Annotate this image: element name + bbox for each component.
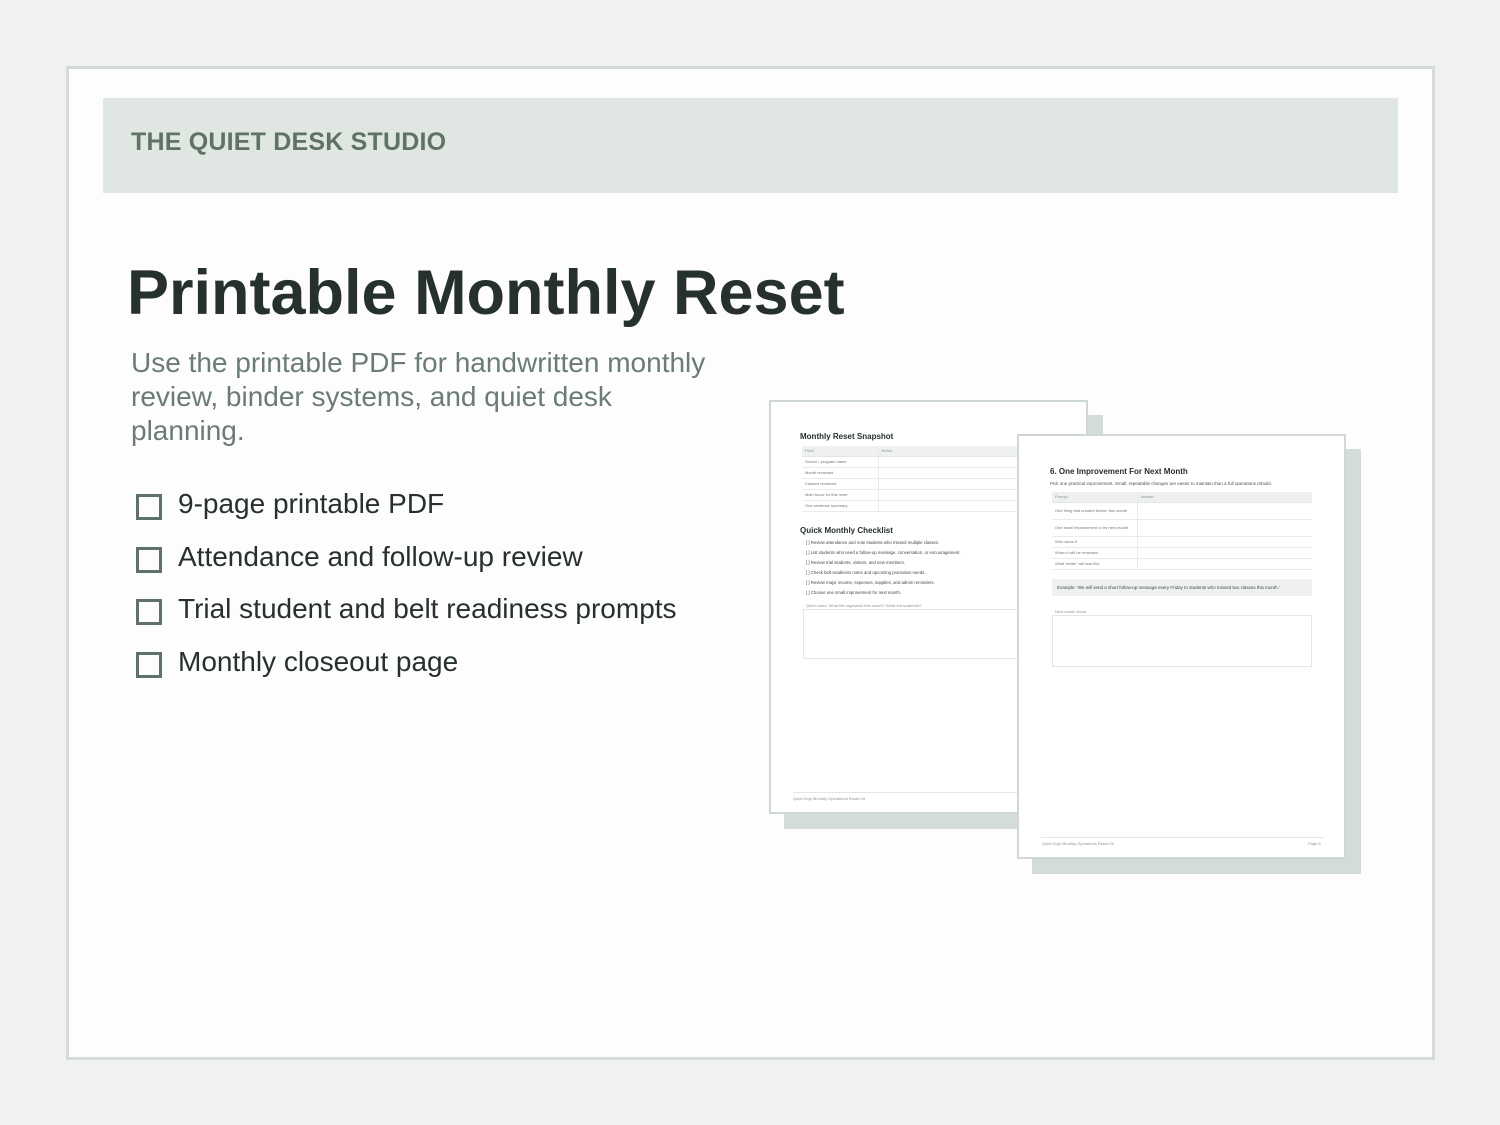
- list-item: [ ] Choose one small improvement for nex…: [806, 590, 902, 595]
- focus-label: Next month focus: [1055, 609, 1087, 614]
- notes-box: [803, 609, 1043, 659]
- row-label: Classes reviewed: [802, 478, 878, 490]
- feature-label: Monthly closeout page: [178, 645, 459, 677]
- table-row: Classes reviewed: [802, 478, 1042, 490]
- feature-item: Trial student and belt readiness prompts: [136, 583, 677, 636]
- checklist-title: Quick Monthly Checklist: [800, 526, 893, 535]
- table-row: School / program name: [802, 456, 1042, 468]
- page-back-footer: Quiet Dojo Monthly Operations Reset Kit: [793, 796, 866, 801]
- row-label: What 'better' will look like: [1052, 558, 1137, 570]
- table-row: One small improvement to try next month: [1052, 519, 1312, 537]
- row-answer: [1136, 502, 1312, 520]
- page-title: Printable Monthly Reset: [127, 258, 845, 328]
- feature-label: Attendance and follow-up review: [178, 540, 583, 572]
- page-front-title: 6. One Improvement For Next Month: [1050, 467, 1188, 476]
- page-front-footer: Quiet Dojo Monthly Operations Reset Kit: [1042, 841, 1115, 846]
- feature-label: 9-page printable PDF: [178, 488, 445, 520]
- row-label: One small improvement to try next month: [1052, 519, 1137, 537]
- focus-box: [1052, 615, 1312, 667]
- row-answer: [1136, 519, 1312, 537]
- row-label: School / program name: [802, 456, 878, 468]
- row-label: One thing that created friction this mon…: [1052, 502, 1137, 520]
- list-item: [ ] Review major income, expenses, suppl…: [806, 580, 935, 585]
- list-item: [ ] Review trial students, visitors, and…: [806, 560, 906, 565]
- brand-name: THE QUIET DESK STUDIO: [131, 128, 447, 156]
- row-answer: [1136, 536, 1312, 548]
- table-row: When it will be reviewed: [1052, 547, 1312, 559]
- subtitle: Use the printable PDF for handwritten mo…: [131, 347, 706, 446]
- table-row: One sentence summary: [802, 500, 1042, 512]
- table-row: Main focus for this reset: [802, 489, 1042, 501]
- feature-label: Trial student and belt readiness prompts: [178, 593, 677, 625]
- monthly-checklist: [ ] Review attendance and note students …: [806, 538, 961, 598]
- feature-item: Attendance and follow-up review: [136, 531, 677, 584]
- table-header: Answer: [1136, 492, 1312, 503]
- feature-item: Monthly closeout page: [136, 636, 677, 689]
- table-row: What 'better' will look like: [1052, 558, 1312, 570]
- checkbox-icon: [136, 651, 162, 678]
- table-header: Field: [802, 446, 878, 457]
- snapshot-table: Field Notes School / program name Month r…: [802, 446, 1042, 512]
- page-back-title: Monthly Reset Snapshot: [800, 432, 894, 441]
- list-item: [ ] Review attendance and note students …: [806, 540, 940, 545]
- table-header: Prompt: [1052, 492, 1137, 503]
- table-row: One thing that created friction this mon…: [1052, 502, 1312, 520]
- improvement-table: Prompt Answer One thing that created fric…: [1052, 492, 1312, 570]
- row-label: When it will be reviewed: [1052, 547, 1137, 559]
- page-number: Page 8: [1308, 841, 1321, 846]
- example-callout: Example: 'We will send a short follow-up…: [1052, 579, 1312, 596]
- row-label: One sentence summary: [802, 500, 878, 512]
- list-item: [ ] Check belt-readiness notes and upcom…: [806, 570, 926, 575]
- row-answer: [1136, 558, 1312, 570]
- list-item: [ ] List students who need a follow-up m…: [806, 550, 961, 555]
- footer-rule: [1041, 837, 1324, 838]
- checkbox-icon: [136, 546, 162, 573]
- feature-list: 9-page printable PDF Attendance and foll…: [136, 478, 677, 688]
- pdf-page-preview-front: 6. One Improvement For Next Month Pick o…: [1017, 434, 1346, 859]
- row-label: Main focus for this reset: [802, 489, 878, 501]
- checkbox-icon: [136, 599, 162, 626]
- row-label: Who owns it: [1052, 536, 1137, 548]
- table-row: Who owns it: [1052, 536, 1312, 548]
- row-answer: [1136, 547, 1312, 559]
- page-front-intro: Pick one practical improvement. Small, r…: [1050, 481, 1272, 486]
- table-row: Month reviewed: [802, 467, 1042, 479]
- row-label: Month reviewed: [802, 467, 878, 479]
- feature-item: 9-page printable PDF: [136, 478, 677, 531]
- checkbox-icon: [136, 494, 162, 521]
- notes-label: Quiet notes: What felt organized this mo…: [806, 603, 922, 608]
